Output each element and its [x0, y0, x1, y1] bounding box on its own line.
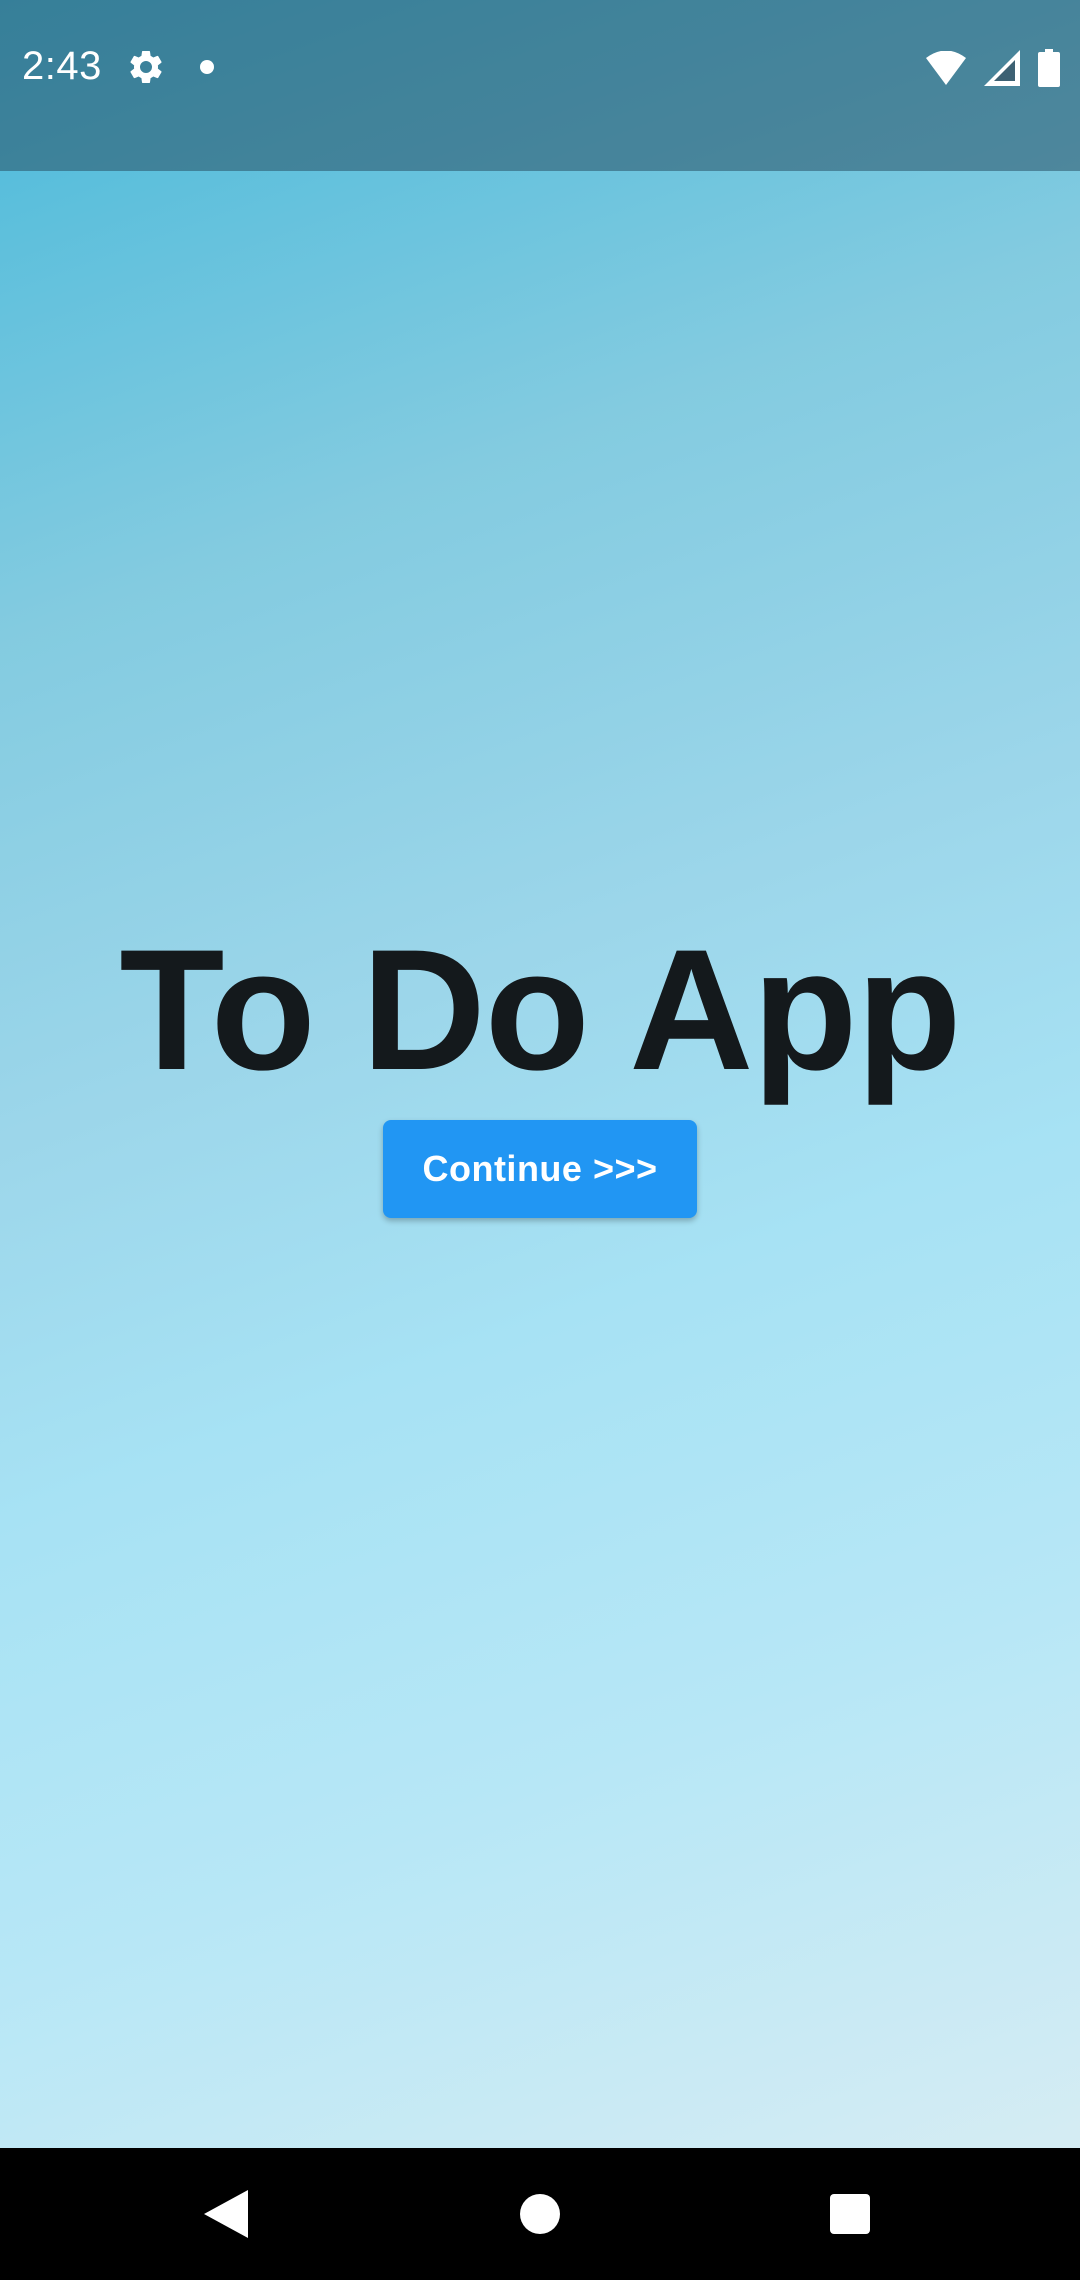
- back-icon[interactable]: [204, 2190, 248, 2238]
- status-right-icons: [926, 48, 1060, 88]
- continue-button[interactable]: Continue >>>: [383, 1120, 697, 1218]
- app-title: To Do App: [119, 914, 961, 1106]
- status-time: 2:43: [22, 44, 102, 88]
- battery-icon: [1038, 49, 1060, 87]
- signal-icon: [984, 50, 1020, 86]
- home-icon[interactable]: [520, 2194, 560, 2234]
- gear-icon: [130, 50, 162, 83]
- notification-dot-icon: [200, 60, 214, 74]
- app-screen: 2:43 To Do App Continue >>>: [0, 0, 1080, 2280]
- status-bar: 2:43: [0, 0, 1080, 171]
- wifi-icon: [926, 51, 966, 85]
- recents-icon[interactable]: [830, 2194, 870, 2234]
